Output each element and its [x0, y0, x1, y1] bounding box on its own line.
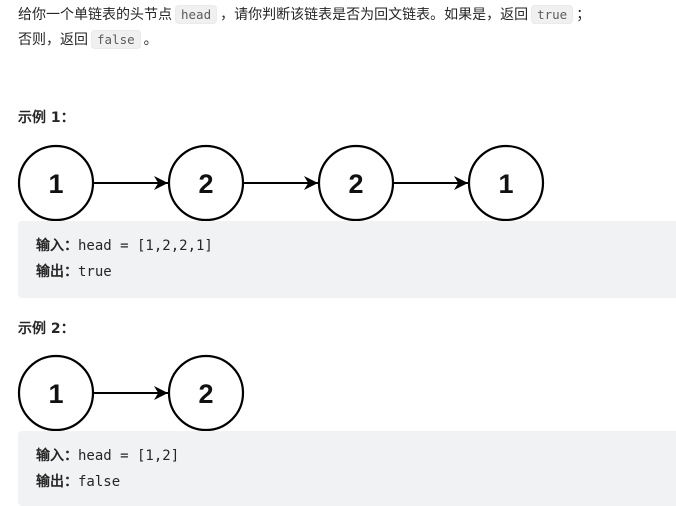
description-text: 给你一个单链表的头节点	[18, 7, 172, 23]
example-2-linked-list-diagram: 12	[17, 354, 245, 432]
output-value: true	[78, 264, 112, 280]
input-label: 输入：	[36, 238, 78, 254]
example-1-output-line: 输出：true	[36, 259, 676, 285]
description-line-2: 否则，返回 false。	[18, 27, 676, 52]
input-value: head = [1,2,2,1]	[78, 238, 213, 254]
example-1-title: 示例 1：	[18, 110, 75, 126]
list-node-value: 1	[48, 379, 63, 409]
inline-code-true: true	[531, 5, 574, 24]
list-node-value: 2	[348, 169, 363, 199]
example-2-input-line: 输入：head = [1,2]	[36, 443, 676, 469]
example-1-linked-list-diagram: 1 2 2 1	[17, 144, 545, 222]
input-value: head = [1,2]	[78, 448, 180, 464]
output-label: 输出：	[36, 264, 78, 280]
inline-code-head: head	[175, 5, 218, 24]
list-node-value: 2	[198, 169, 213, 199]
output-value: false	[78, 474, 121, 490]
input-label: 输入：	[36, 448, 78, 464]
output-label: 输出：	[36, 474, 78, 490]
description-text: 。	[143, 32, 158, 48]
problem-description: 给你一个单链表的头节点 head ，请你判断该链表是否为回文链表。如果是，返回 tru…	[18, 2, 676, 52]
example-2-io-block: 输入：head = [1,2] 输出：false	[18, 431, 676, 506]
list-node-value: 2	[198, 379, 213, 409]
example-2-output-line: 输出：false	[36, 469, 676, 495]
inline-code-false: false	[91, 30, 141, 49]
description-text: ，请你判断该链表是否为回文链表。如果是，返回	[220, 7, 529, 23]
list-node-value: 1	[498, 169, 513, 199]
example-2-title: 示例 2：	[18, 321, 75, 337]
description-text: ；	[576, 7, 591, 23]
example-1-input-line: 输入：head = [1,2,2,1]	[36, 233, 676, 259]
description-line-1: 给你一个单链表的头节点 head ，请你判断该链表是否为回文链表。如果是，返回 tru…	[18, 2, 676, 27]
description-text: 否则，返回	[18, 32, 88, 48]
list-node-value: 1	[48, 169, 63, 199]
example-1-io-block: 输入：head = [1,2,2,1] 输出：true	[18, 221, 676, 298]
